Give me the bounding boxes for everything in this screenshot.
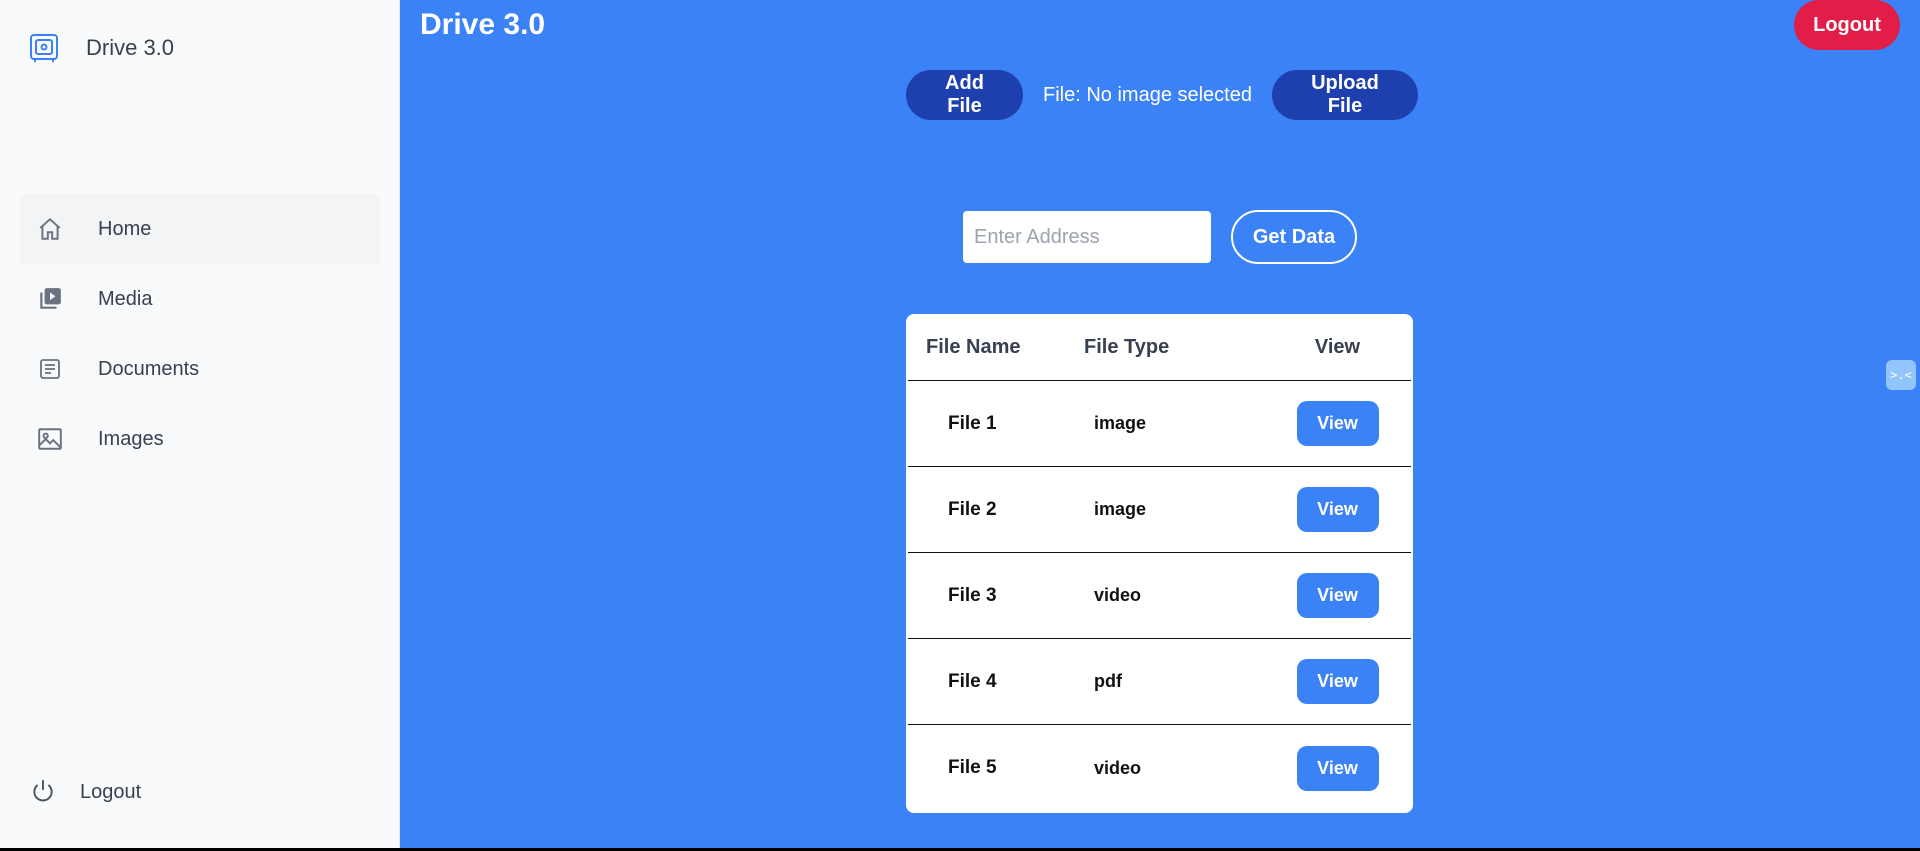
file-type-cell: image — [1094, 413, 1147, 433]
file-name-cell: File 4 — [948, 670, 997, 692]
file-name-cell: File 5 — [948, 757, 997, 778]
home-icon — [36, 215, 64, 243]
main-panel: Drive 3.0 Logout Add File File: No image… — [400, 0, 1920, 848]
sidebar-logout-label: Logout — [80, 780, 142, 803]
safe-logo-icon — [30, 34, 58, 62]
file-type-cell: pdf — [1094, 671, 1122, 691]
column-header-file-name: File Name — [926, 335, 1021, 358]
sidebar-logout[interactable]: Logout — [30, 778, 141, 806]
file-status: File: No image selected — [1043, 83, 1252, 106]
extension-widget-icon[interactable]: >.< — [1886, 360, 1916, 390]
address-row: Get Data — [963, 210, 1357, 264]
logout-button[interactable]: Logout — [1794, 0, 1900, 50]
sidebar-item-documents[interactable]: Documents — [20, 334, 380, 404]
sidebar-nav: Home Media Documents Images — [20, 194, 380, 474]
file-name-cell: File 3 — [948, 584, 997, 606]
table-row: File 4 pdf View — [908, 639, 1411, 725]
sidebar-item-label: Media — [98, 287, 153, 310]
page-title: Drive 3.0 — [420, 8, 546, 41]
file-name-cell: File 1 — [948, 412, 997, 434]
table-row: File 1 image View — [908, 381, 1411, 467]
view-button[interactable]: View — [1296, 745, 1379, 791]
file-name-cell: File 2 — [948, 498, 997, 520]
get-data-button[interactable]: Get Data — [1231, 210, 1357, 264]
add-file-button[interactable]: Add File — [906, 70, 1023, 120]
view-button[interactable]: View — [1296, 659, 1379, 704]
brand-title: Drive 3.0 — [86, 35, 175, 60]
column-header-file-type: File Type — [1084, 335, 1170, 358]
media-icon — [36, 285, 64, 313]
view-cell: View — [1264, 745, 1411, 791]
sidebar-item-label: Images — [98, 427, 164, 450]
view-button[interactable]: View — [1296, 401, 1379, 446]
image-icon — [36, 425, 64, 453]
sidebar-item-home[interactable]: Home — [20, 194, 380, 264]
upload-file-button[interactable]: Upload File — [1271, 70, 1418, 120]
brand[interactable]: Drive 3.0 — [28, 32, 174, 64]
address-input[interactable] — [963, 211, 1211, 263]
sidebar: Drive 3.0 Home Media Documents Images Lo… — [0, 0, 400, 848]
column-header-view: View — [1314, 335, 1361, 358]
view-cell: View — [1264, 659, 1411, 704]
sidebar-item-media[interactable]: Media — [20, 264, 380, 334]
files-table: File Name File Type View File 1 image Vi… — [906, 314, 1413, 813]
sidebar-item-label: Home — [98, 217, 152, 240]
table-row: File 3 video View — [908, 553, 1411, 639]
view-button[interactable]: View — [1296, 573, 1379, 618]
file-type-cell: video — [1094, 757, 1142, 778]
file-type-cell: image — [1094, 499, 1147, 519]
upload-row: Add File File: No image selected Upload … — [906, 70, 1418, 120]
file-type-cell: video — [1094, 585, 1142, 605]
table-header: File Name File Type View — [908, 314, 1411, 381]
table-row: File 5 video View — [908, 725, 1411, 811]
sidebar-item-images[interactable]: Images — [20, 404, 380, 474]
power-icon — [30, 778, 58, 806]
view-cell: View — [1264, 487, 1411, 532]
document-icon — [36, 355, 64, 383]
view-cell: View — [1264, 401, 1411, 446]
sidebar-item-label: Documents — [98, 357, 200, 380]
view-button[interactable]: View — [1296, 487, 1379, 532]
view-cell: View — [1264, 573, 1411, 618]
table-row: File 2 image View — [908, 467, 1411, 553]
